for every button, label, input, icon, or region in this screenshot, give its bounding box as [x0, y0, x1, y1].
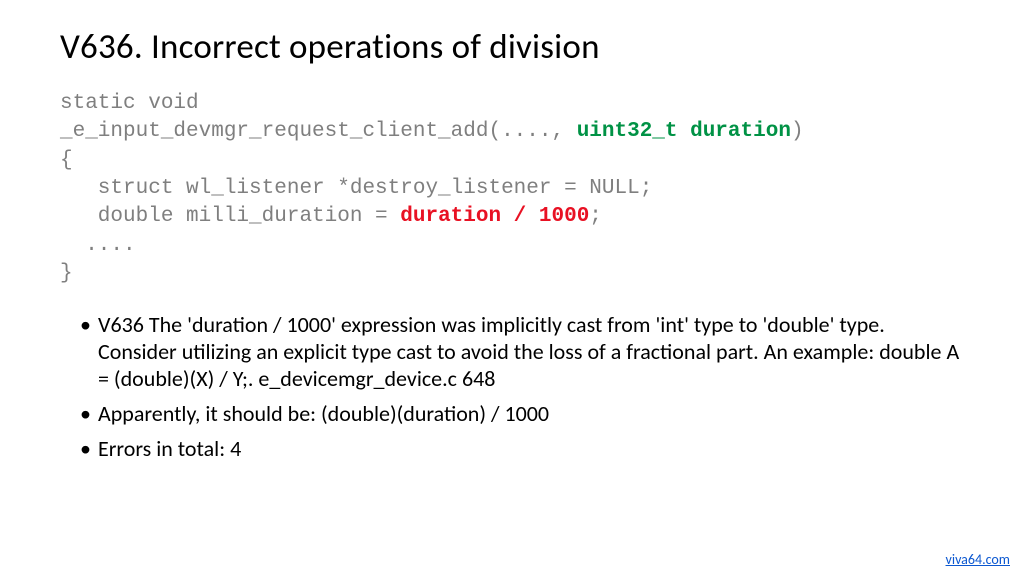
bullet-item: Errors in total: 4	[80, 436, 964, 463]
footer-link[interactable]: viva64.com	[946, 551, 1010, 568]
code-highlight-error: duration / 1000	[400, 205, 589, 228]
bullet-list: V636 The 'duration / 1000' expression wa…	[60, 312, 964, 462]
slide: V636. Incorrect operations of division s…	[0, 0, 1024, 576]
code-line: ....	[60, 234, 136, 257]
code-line: _e_input_devmgr_request_client_add(....,	[60, 120, 577, 143]
code-line: static void	[60, 92, 199, 115]
code-text: )	[791, 120, 804, 143]
code-block: static void _e_input_devmgr_request_clie…	[60, 90, 964, 288]
slide-title: V636. Incorrect operations of division	[60, 26, 964, 68]
bullet-item: Apparently, it should be: (double)(durat…	[80, 401, 964, 428]
bullet-item: V636 The 'duration / 1000' expression wa…	[80, 312, 964, 392]
code-line: }	[60, 262, 73, 285]
code-line: {	[60, 149, 73, 172]
code-highlight-type: uint32_t duration	[577, 120, 791, 143]
code-line: struct wl_listener *destroy_listener = N…	[60, 177, 652, 200]
code-line: double milli_duration =	[60, 205, 400, 228]
code-text: ;	[589, 205, 602, 228]
